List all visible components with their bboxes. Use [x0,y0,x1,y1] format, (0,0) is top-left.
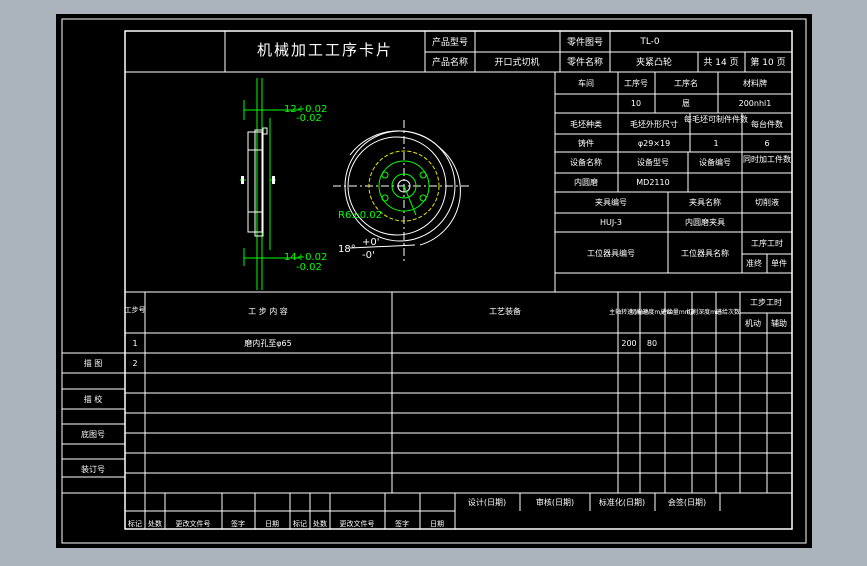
equip-name-label: 设备名称 [570,157,602,167]
row-step-no: 2 [132,359,137,368]
part-name-value: 夹紧凸轮 [636,56,672,68]
row-speed: 80 [647,339,657,348]
standard-label: 标准化(日期) [599,497,645,507]
row-step-no: 1 [132,339,137,348]
simul-label: 同时加工件数 [743,154,791,164]
col-machine: 机动 [745,318,761,328]
side-bind-no-label: 装订号 [81,464,105,474]
material-value: 200nhl1 [739,99,772,108]
product-no-label: 产品型号 [432,36,468,48]
blank-type-label: 毛坯种类 [570,119,602,129]
blank-count-label: 每毛坯可制件件数 [684,114,748,124]
row-spindle: 200 [621,339,636,348]
tool-name-label: 工位器具名称 [681,248,729,258]
process-no-value: 10 [631,99,641,108]
coolant-label: 切削液 [755,197,779,207]
page-number: 第 10 页 [750,56,785,68]
cad-drawing-sheet: 12+0.02 -0.02 14+0.02 -0.02 R6±0.02 18° … [0,0,867,562]
equip-name-value: 内圆磨 [574,177,598,187]
unit-time-label: 单件 [771,258,787,268]
workshop-label: 车间 [578,78,594,88]
table-row: 2 [132,359,137,368]
process-no-label: 工序号 [624,78,648,88]
card-title: 机械加工工序卡片 [257,41,393,59]
row-step-content: 磨内孔至φ65 [244,338,291,348]
col-step-content: 工 步 内 容 [248,306,288,316]
footer-doc-no-2: 更改文件号 [340,519,375,528]
per-machine-label: 每台件数 [751,119,783,129]
material-label: 材料牌 [743,78,767,88]
blank-size-label: 毛坯外形尺寸 [630,119,678,129]
angle-lower-label: -0' [362,250,375,261]
angle-upper-label: +0' [362,237,380,248]
fixture-no-label: 夹具编号 [595,197,627,207]
approve-label: 会签(日期) [668,497,706,507]
footer-date-1: 日期 [265,520,279,528]
angle-label: 18° [338,244,356,255]
footer-date-2: 日期 [430,520,444,528]
col-hours: 工步工时 [750,297,782,307]
tool-no-label: 工位器具编号 [587,248,635,258]
process-name-label: 工序名 [674,78,698,88]
footer-count-1: 处数 [148,519,162,528]
side-base-no-label: 底图号 [81,429,105,439]
prep-time-label: 准终 [746,258,762,268]
footer-sign-1: 签字 [231,519,245,528]
footer-mark-1: 标记 [128,519,142,528]
total-pages: 共 14 页 [703,57,738,68]
col-equipment: 工艺装备 [489,306,521,316]
footer-count-2: 处数 [313,519,327,528]
blank-size-value: φ29×19 [638,139,670,148]
fixture-name-label: 夹具名称 [689,197,721,207]
equip-model-label: 设备型号 [637,157,669,167]
process-name-value: 扈 [682,98,690,108]
col-step-no: 工步号 [125,306,146,314]
col-aux: 辅助 [771,318,787,328]
drawing-canvas: 12+0.02 -0.02 14+0.02 -0.02 R6±0.02 18° … [56,14,812,548]
fixture-name-value: 内圆磨夹具 [685,217,725,227]
radius-label: R6±0.02 [338,210,382,221]
equip-no-label: 设备编号 [699,157,731,167]
footer-mark-2: 标记 [293,519,307,528]
review-label: 审核(日期) [536,497,574,507]
side-check-label: 描 校 [84,394,103,404]
process-time-label: 工序工时 [751,238,783,248]
side-draw-label: 描 图 [84,358,103,368]
col-passes: 进给次数 [716,308,740,316]
footer-sign-2: 签字 [395,519,409,528]
product-name-value: 开口式切机 [494,56,539,68]
design-label: 设计(日期) [468,497,506,507]
part-name-label: 零件名称 [567,56,603,68]
part-no-label: 零件图号 [567,36,603,48]
blank-type-value: 铸件 [578,138,594,148]
product-name-label: 产品名称 [432,56,468,68]
fixture-no-value: HUJ-3 [600,218,622,227]
equip-model-value: MD2110 [636,178,669,187]
footer-doc-no-1: 更改文件号 [176,519,211,528]
part-no-value: TL-0 [639,37,660,47]
dim-bottom-lower-label: -0.02 [296,262,322,273]
per-machine-value: 6 [764,139,769,148]
dim-top-lower-label: -0.02 [296,113,322,124]
blank-count-value: 1 [713,139,718,148]
